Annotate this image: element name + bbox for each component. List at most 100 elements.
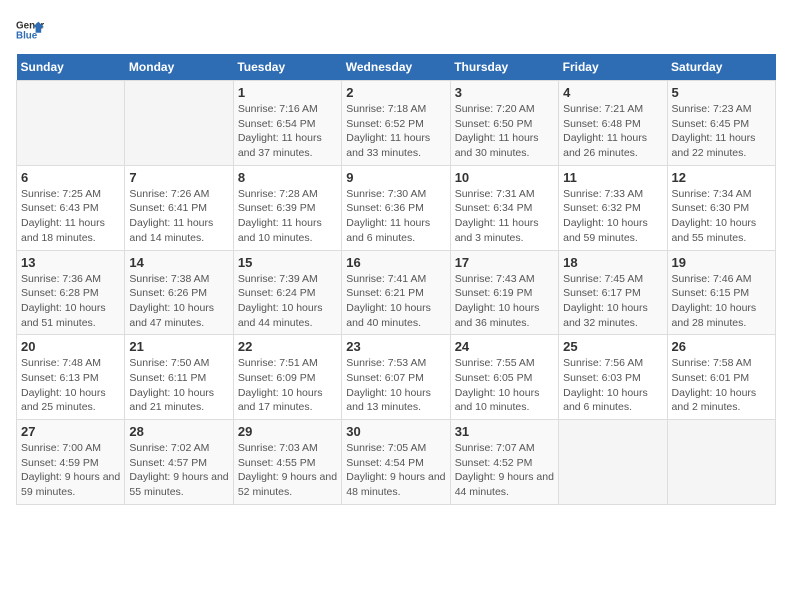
calendar-day-cell: 14 Sunrise: 7:38 AM Sunset: 6:26 PM Dayli… [125,250,233,335]
day-number: 1 [238,85,337,100]
day-number: 12 [672,170,771,185]
calendar-day-cell: 4 Sunrise: 7:21 AM Sunset: 6:48 PM Daylig… [559,81,667,166]
day-info: Sunrise: 7:23 AM Sunset: 6:45 PM Dayligh… [672,102,771,161]
calendar-day-cell: 22 Sunrise: 7:51 AM Sunset: 6:09 PM Dayli… [233,335,341,420]
day-number: 2 [346,85,445,100]
calendar-header-row: SundayMondayTuesdayWednesdayThursdayFrid… [17,54,776,81]
day-of-week-header: Monday [125,54,233,81]
svg-text:Blue: Blue [16,30,38,41]
day-number: 13 [21,255,120,270]
calendar-day-cell: 27 Sunrise: 7:00 AM Sunset: 4:59 PM Dayli… [17,420,125,505]
calendar-day-cell: 20 Sunrise: 7:48 AM Sunset: 6:13 PM Dayli… [17,335,125,420]
day-info: Sunrise: 7:20 AM Sunset: 6:50 PM Dayligh… [455,102,554,161]
day-number: 8 [238,170,337,185]
day-number: 23 [346,339,445,354]
day-info: Sunrise: 7:50 AM Sunset: 6:11 PM Dayligh… [129,356,228,415]
day-info: Sunrise: 7:43 AM Sunset: 6:19 PM Dayligh… [455,272,554,331]
logo-icon: General Blue [16,16,44,44]
day-number: 19 [672,255,771,270]
day-info: Sunrise: 7:38 AM Sunset: 6:26 PM Dayligh… [129,272,228,331]
day-number: 30 [346,424,445,439]
day-info: Sunrise: 7:48 AM Sunset: 6:13 PM Dayligh… [21,356,120,415]
calendar-day-cell: 3 Sunrise: 7:20 AM Sunset: 6:50 PM Daylig… [450,81,558,166]
calendar-day-cell: 1Sunrise: 7:16 AM Sunset: 6:54 PM Daylig… [233,81,341,166]
day-number: 11 [563,170,662,185]
calendar-day-cell: 5 Sunrise: 7:23 AM Sunset: 6:45 PM Daylig… [667,81,775,166]
day-number: 17 [455,255,554,270]
day-info: Sunrise: 7:00 AM Sunset: 4:59 PM Dayligh… [21,441,120,500]
day-info: Sunrise: 7:25 AM Sunset: 6:43 PM Dayligh… [21,187,120,246]
day-info: Sunrise: 7:34 AM Sunset: 6:30 PM Dayligh… [672,187,771,246]
calendar-week-row: 20 Sunrise: 7:48 AM Sunset: 6:13 PM Dayli… [17,335,776,420]
calendar-week-row: 27 Sunrise: 7:00 AM Sunset: 4:59 PM Dayli… [17,420,776,505]
calendar-day-cell: 9 Sunrise: 7:30 AM Sunset: 6:36 PM Daylig… [342,165,450,250]
day-info: Sunrise: 7:45 AM Sunset: 6:17 PM Dayligh… [563,272,662,331]
calendar-day-cell [559,420,667,505]
day-info: Sunrise: 7:36 AM Sunset: 6:28 PM Dayligh… [21,272,120,331]
day-of-week-header: Thursday [450,54,558,81]
calendar-day-cell: 11Sunrise: 7:33 AM Sunset: 6:32 PM Dayli… [559,165,667,250]
day-of-week-header: Tuesday [233,54,341,81]
day-number: 5 [672,85,771,100]
day-info: Sunrise: 7:39 AM Sunset: 6:24 PM Dayligh… [238,272,337,331]
day-number: 25 [563,339,662,354]
calendar-day-cell: 7Sunrise: 7:26 AM Sunset: 6:41 PM Daylig… [125,165,233,250]
day-number: 22 [238,339,337,354]
calendar-day-cell: 24Sunrise: 7:55 AM Sunset: 6:05 PM Dayli… [450,335,558,420]
day-info: Sunrise: 7:21 AM Sunset: 6:48 PM Dayligh… [563,102,662,161]
calendar-day-cell: 30Sunrise: 7:05 AM Sunset: 4:54 PM Dayli… [342,420,450,505]
calendar-day-cell: 10 Sunrise: 7:31 AM Sunset: 6:34 PM Dayli… [450,165,558,250]
calendar-week-row: 6 Sunrise: 7:25 AM Sunset: 6:43 PM Daylig… [17,165,776,250]
day-of-week-header: Wednesday [342,54,450,81]
calendar-day-cell: 15 Sunrise: 7:39 AM Sunset: 6:24 PM Dayli… [233,250,341,335]
day-number: 16 [346,255,445,270]
day-number: 7 [129,170,228,185]
calendar-week-row: 13 Sunrise: 7:36 AM Sunset: 6:28 PM Dayli… [17,250,776,335]
calendar-day-cell: 8 Sunrise: 7:28 AM Sunset: 6:39 PM Daylig… [233,165,341,250]
day-info: Sunrise: 7:46 AM Sunset: 6:15 PM Dayligh… [672,272,771,331]
day-number: 9 [346,170,445,185]
day-number: 21 [129,339,228,354]
day-info: Sunrise: 7:30 AM Sunset: 6:36 PM Dayligh… [346,187,445,246]
day-info: Sunrise: 7:28 AM Sunset: 6:39 PM Dayligh… [238,187,337,246]
day-number: 18 [563,255,662,270]
day-info: Sunrise: 7:58 AM Sunset: 6:01 PM Dayligh… [672,356,771,415]
day-of-week-header: Friday [559,54,667,81]
calendar-day-cell: 16 Sunrise: 7:41 AM Sunset: 6:21 PM Dayli… [342,250,450,335]
day-number: 14 [129,255,228,270]
day-number: 6 [21,170,120,185]
day-info: Sunrise: 7:31 AM Sunset: 6:34 PM Dayligh… [455,187,554,246]
calendar-day-cell: 19 Sunrise: 7:46 AM Sunset: 6:15 PM Dayli… [667,250,775,335]
day-number: 24 [455,339,554,354]
calendar-day-cell: 29 Sunrise: 7:03 AM Sunset: 4:55 PM Dayli… [233,420,341,505]
day-number: 20 [21,339,120,354]
calendar-day-cell: 2 Sunrise: 7:18 AM Sunset: 6:52 PM Daylig… [342,81,450,166]
day-info: Sunrise: 7:03 AM Sunset: 4:55 PM Dayligh… [238,441,337,500]
day-info: Sunrise: 7:41 AM Sunset: 6:21 PM Dayligh… [346,272,445,331]
day-number: 29 [238,424,337,439]
day-number: 31 [455,424,554,439]
calendar-day-cell: 28Sunrise: 7:02 AM Sunset: 4:57 PM Dayli… [125,420,233,505]
day-number: 10 [455,170,554,185]
day-info: Sunrise: 7:56 AM Sunset: 6:03 PM Dayligh… [563,356,662,415]
calendar-day-cell [17,81,125,166]
calendar-day-cell: 18 Sunrise: 7:45 AM Sunset: 6:17 PM Dayli… [559,250,667,335]
calendar-day-cell: 25 Sunrise: 7:56 AM Sunset: 6:03 PM Dayli… [559,335,667,420]
day-number: 27 [21,424,120,439]
day-number: 4 [563,85,662,100]
day-number: 15 [238,255,337,270]
calendar-day-cell: 17 Sunrise: 7:43 AM Sunset: 6:19 PM Dayli… [450,250,558,335]
calendar-day-cell: 26 Sunrise: 7:58 AM Sunset: 6:01 PM Dayli… [667,335,775,420]
day-info: Sunrise: 7:02 AM Sunset: 4:57 PM Dayligh… [129,441,228,500]
calendar-day-cell: 31Sunrise: 7:07 AM Sunset: 4:52 PM Dayli… [450,420,558,505]
day-number: 3 [455,85,554,100]
calendar-table: SundayMondayTuesdayWednesdayThursdayFrid… [16,54,776,505]
calendar-day-cell: 13 Sunrise: 7:36 AM Sunset: 6:28 PM Dayli… [17,250,125,335]
day-info: Sunrise: 7:18 AM Sunset: 6:52 PM Dayligh… [346,102,445,161]
day-number: 26 [672,339,771,354]
day-of-week-header: Saturday [667,54,775,81]
calendar-day-cell: 6 Sunrise: 7:25 AM Sunset: 6:43 PM Daylig… [17,165,125,250]
day-info: Sunrise: 7:51 AM Sunset: 6:09 PM Dayligh… [238,356,337,415]
calendar-day-cell [667,420,775,505]
page-header: General Blue [16,16,776,44]
